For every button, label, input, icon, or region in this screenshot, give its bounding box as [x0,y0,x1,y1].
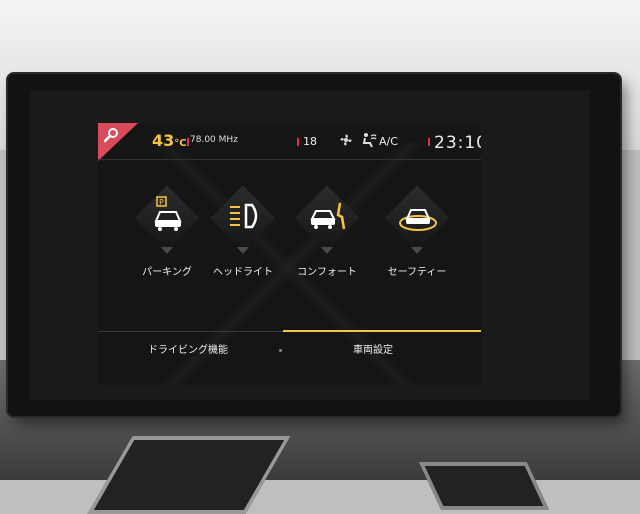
tile-chevron [411,247,423,254]
wrench-icon [103,128,118,143]
headlight-icon [230,203,258,229]
infotainment-screen: 43°C 78.00 MHz 18 A/C 23:10 P パーキン [98,123,481,385]
temperature-value: 43 [152,131,175,150]
parking-car-icon: P [154,196,182,231]
status-bar: 43°C 78.00 MHz 18 A/C 23:10 [98,123,481,161]
tile-label: コンフォート [297,267,357,278]
tile-label: セーフティー [387,267,447,278]
clock-indicator [428,138,430,146]
svg-text:P: P [159,198,164,207]
comfort-car-icon [310,202,346,230]
tile-label: ヘッドライト [213,267,273,278]
tab-separator-dot [279,349,282,352]
safety-car-icon [399,209,437,231]
status-divider [98,159,481,160]
outside-temperature: 43°C [152,131,187,150]
seat-airflow-icon[interactable] [360,132,378,148]
clock: 23:10 [434,133,481,153]
temperature-unit: °C [174,138,187,149]
radio-indicator [187,138,189,146]
tab-vehicle-settings[interactable]: 車両設定 [353,341,393,356]
radio-frequency[interactable]: 78.00 MHz [190,135,238,145]
ac-label[interactable]: A/C [379,135,398,148]
air-vent [418,462,550,510]
tile-chevron [237,247,249,254]
tile-chevron [321,247,333,254]
tab-bar: ドライビング機能 車両設定 [98,327,481,385]
tab-driving-functions[interactable]: ドライビング機能 [148,341,228,356]
maintenance-alert[interactable] [98,123,138,161]
active-tab-indicator [283,330,481,332]
fan-icon[interactable] [338,132,354,148]
fan-level[interactable]: 18 [303,135,317,148]
tile-label: パーキング [142,267,192,278]
tile-chevron [161,247,173,254]
fan-indicator [297,138,299,146]
